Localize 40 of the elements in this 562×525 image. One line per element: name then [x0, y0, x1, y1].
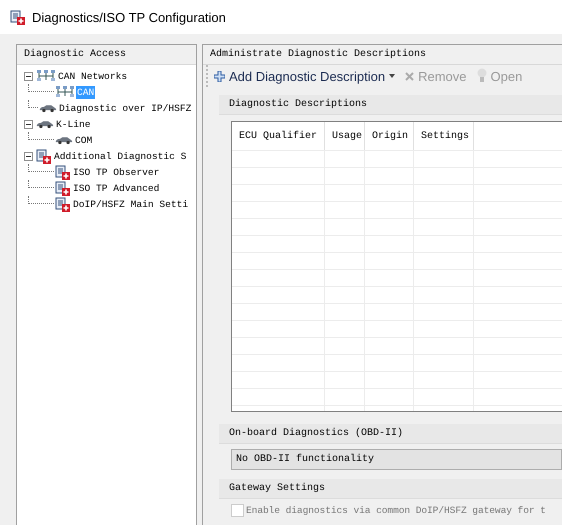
- minus-icon: [26, 74, 31, 78]
- panel-title: Diagnostic Access: [17, 45, 196, 65]
- caret-icon: [389, 74, 396, 78]
- close-icon: [405, 72, 414, 80]
- column-header[interactable]: Usage: [325, 122, 365, 150]
- collapse-toggle[interactable]: [24, 120, 33, 128]
- obd-dropdown[interactable]: No OBD-II functionality: [231, 449, 562, 470]
- car-icon: [39, 104, 57, 112]
- tree-item[interactable]: Diagnostic over IP/HSFZ: [58, 102, 192, 114]
- column-header[interactable]: Origin: [365, 122, 414, 150]
- document-icon: [36, 148, 52, 164]
- tree-item[interactable]: ISO TP Advanced: [72, 182, 160, 194]
- network-icon: [55, 85, 75, 99]
- tree-item[interactable]: Additional Diagnostic S: [53, 150, 188, 162]
- tree-item[interactable]: K-Line: [55, 118, 92, 130]
- car-icon: [55, 136, 73, 144]
- section-header: Gateway Settings: [219, 479, 562, 499]
- plus-icon: [214, 70, 225, 82]
- document-icon: [55, 180, 71, 196]
- document-icon: [55, 164, 71, 180]
- tree-item[interactable]: COM: [74, 134, 94, 146]
- checkbox-label: Enable diagnostics via common DoIP/HSFZ gateway for t: [246, 505, 546, 516]
- toolbar-button[interactable]: Add Diagnostic Description: [214, 68, 396, 84]
- network-icon: [36, 69, 56, 83]
- car-icon: [36, 120, 54, 128]
- window-title: Diagnostics/ISO TP Configuration: [32, 10, 226, 24]
- collapse-toggle[interactable]: [24, 152, 33, 160]
- column-header[interactable]: Settings: [414, 122, 474, 150]
- tree-item[interactable]: DoIP/HSFZ Main Setti: [72, 198, 190, 210]
- section-header: On-board Diagnostics (OBD-II): [219, 424, 562, 444]
- document-icon: [10, 10, 26, 24]
- document-icon: [55, 196, 71, 212]
- section-header: Diagnostic Descriptions: [219, 95, 562, 115]
- column-header[interactable]: ECU Qualifier: [232, 122, 325, 150]
- minus-icon: [26, 154, 31, 158]
- collapse-toggle[interactable]: [24, 72, 33, 80]
- tree-item[interactable]: ISO TP Observer: [72, 166, 160, 178]
- tree-item[interactable]: CAN Networks: [57, 70, 128, 82]
- minus-icon: [26, 122, 31, 126]
- lightbulb-icon: [476, 68, 486, 84]
